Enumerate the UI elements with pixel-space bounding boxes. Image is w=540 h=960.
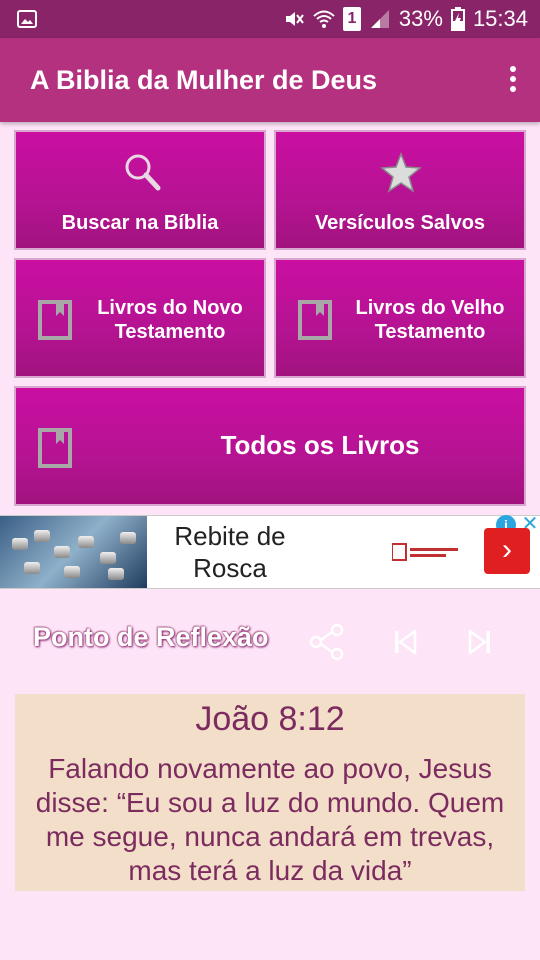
- search-bible-label: Buscar na Bíblia: [61, 212, 219, 234]
- old-testament-label-line1: Livros do Velho: [355, 297, 505, 319]
- ad-image: [0, 516, 147, 588]
- ad-text-line2: Rosca: [193, 553, 267, 583]
- old-testament-label: Livros do Velho Testamento: [346, 296, 514, 344]
- app-title: A Biblia da Mulher de Deus: [30, 65, 378, 95]
- clock: 15:34: [472, 6, 528, 31]
- ad-text-line1: Rebite de: [174, 521, 286, 551]
- wifi-icon: [313, 10, 335, 28]
- image-icon: [17, 10, 37, 28]
- new-testament-label-line2: Testamento: [114, 321, 226, 343]
- verse-line: disse: “Eu sou a luz do mundo. Quem: [35, 787, 505, 818]
- new-testament-button[interactable]: Livros do Novo Testamento: [14, 258, 266, 378]
- ad-logo: [392, 543, 458, 561]
- new-testament-label: Livros do Novo Testamento: [86, 296, 254, 344]
- book-icon: [38, 428, 72, 468]
- share-icon[interactable]: [307, 622, 347, 662]
- book-icon: [38, 300, 72, 340]
- verse-line: me segue, nunca andará em trevas,: [45, 821, 495, 852]
- ad-text: Rebite de Rosca: [150, 520, 310, 584]
- battery-icon: [450, 7, 465, 31]
- old-testament-label-line2: Testamento: [374, 321, 486, 343]
- verse-line: Falando novamente ao povo, Jesus: [48, 753, 492, 784]
- search-bible-button[interactable]: Buscar na Bíblia: [14, 130, 266, 250]
- verse-text: Falando novamente ao povo, Jesus disse: …: [25, 752, 515, 888]
- signal-icon: [370, 10, 389, 28]
- app-bar: A Biblia da Mulher de Deus: [0, 38, 540, 122]
- verse-card: João 8:12 Falando novamente ao povo, Jes…: [15, 694, 525, 891]
- saved-verses-label: Versículos Salvos: [314, 212, 486, 234]
- sim-icon: 1: [342, 7, 361, 31]
- verse-reference: João 8:12: [195, 700, 345, 738]
- skip-previous-icon[interactable]: [385, 622, 425, 662]
- ad-arrow-button[interactable]: ›: [484, 528, 530, 574]
- search-icon: [125, 154, 161, 191]
- star-icon: [380, 152, 422, 193]
- mute-icon: [285, 12, 304, 26]
- reflection-title: Ponto de Reflexão: [33, 622, 269, 652]
- book-icon: [298, 300, 332, 340]
- overflow-menu-icon[interactable]: [508, 66, 518, 96]
- status-bar: 1 33% 15:34: [0, 0, 540, 38]
- battery-percent: 33%: [398, 6, 443, 31]
- new-testament-label-line1: Livros do Novo: [97, 297, 243, 319]
- verse-line: mas terá a luz da vida”: [128, 855, 412, 886]
- saved-verses-button[interactable]: Versículos Salvos: [274, 130, 526, 250]
- all-books-button[interactable]: Todos os Livros: [14, 386, 526, 506]
- old-testament-button[interactable]: Livros do Velho Testamento: [274, 258, 526, 378]
- ad-banner[interactable]: Rebite de Rosca: [0, 515, 540, 589]
- skip-next-icon[interactable]: [460, 622, 500, 662]
- all-books-label: Todos os Livros: [220, 430, 420, 460]
